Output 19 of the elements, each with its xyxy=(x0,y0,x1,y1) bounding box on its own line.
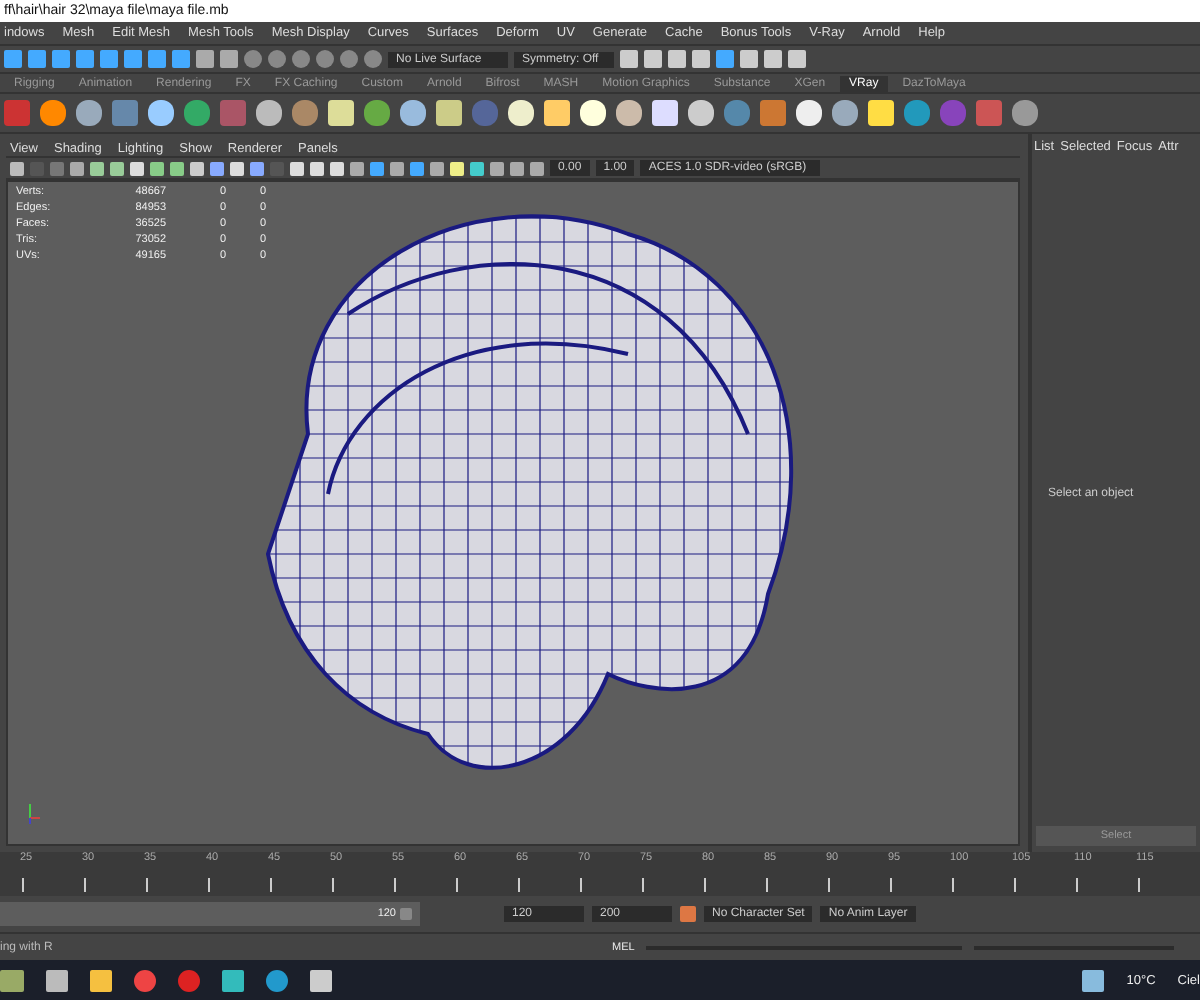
taskbar-app-icon[interactable] xyxy=(46,969,68,991)
taskbar-app-icon[interactable] xyxy=(90,969,112,991)
shelf-icon[interactable] xyxy=(76,100,102,126)
shelf-icon[interactable] xyxy=(256,100,282,126)
shelf-icon[interactable] xyxy=(400,100,426,126)
shelf-icon[interactable] xyxy=(688,100,714,126)
shelf-icon[interactable] xyxy=(616,100,642,126)
taskbar-app-icon[interactable] xyxy=(134,969,156,991)
range-handle[interactable] xyxy=(400,908,412,920)
shelf-icon[interactable] xyxy=(832,100,858,126)
shelf-icon[interactable] xyxy=(508,100,534,126)
shelf-icon[interactable] xyxy=(796,100,822,126)
taskbar-app-icon[interactable] xyxy=(222,969,244,991)
shelf-icon[interactable] xyxy=(148,100,174,126)
shelf-icon[interactable] xyxy=(40,100,66,126)
shelf-icon[interactable] xyxy=(580,100,606,126)
taskbar-app-icon[interactable] xyxy=(310,969,332,991)
taskbar-app-icon[interactable] xyxy=(266,969,288,991)
axis-icon xyxy=(24,804,40,824)
